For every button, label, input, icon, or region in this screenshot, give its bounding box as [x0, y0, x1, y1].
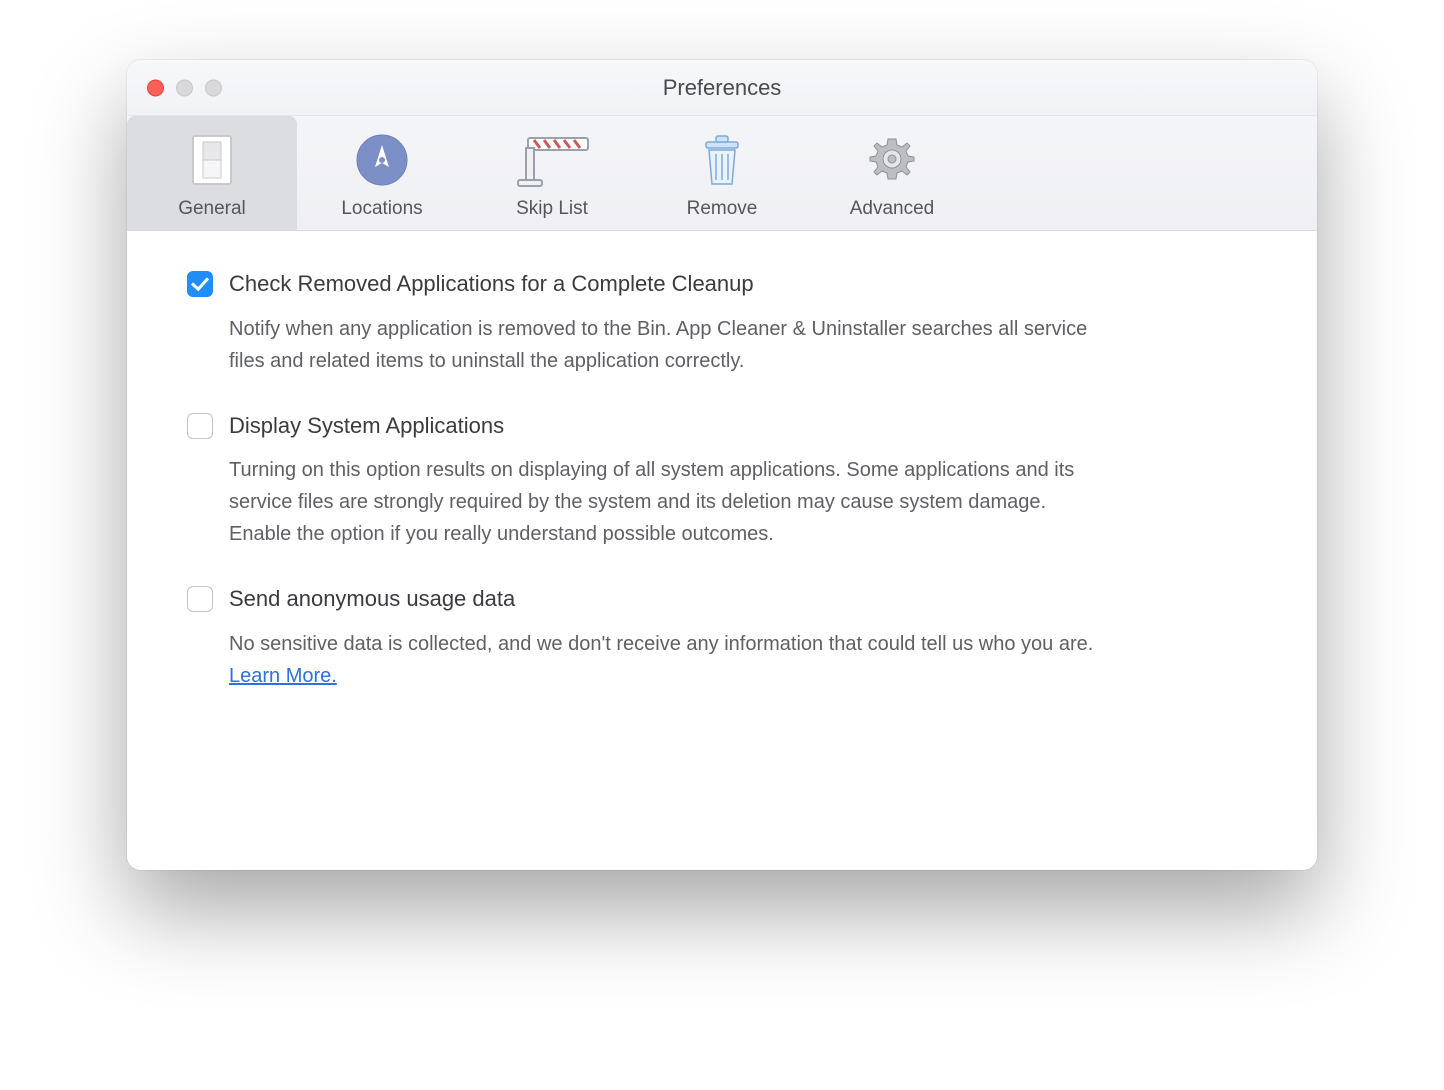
tab-remove[interactable]: Remove	[637, 116, 807, 230]
zoom-button[interactable]	[205, 79, 222, 96]
cleanup-description: Notify when any application is removed t…	[229, 313, 1109, 377]
system-apps-description: Turning on this option results on displa…	[229, 454, 1109, 550]
window-title: Preferences	[663, 75, 782, 101]
tab-label: Skip List	[516, 198, 588, 220]
setting-anon-data: Send anonymous usage data No sensitive d…	[187, 584, 1257, 692]
close-button[interactable]	[147, 79, 164, 96]
minimize-button[interactable]	[176, 79, 193, 96]
preferences-window: Preferences General	[127, 60, 1317, 870]
system-apps-checkbox[interactable]	[187, 413, 213, 439]
anon-data-description: No sensitive data is collected, and we d…	[229, 628, 1109, 692]
tab-locations[interactable]: Locations	[297, 116, 467, 230]
toolbar: General Locations	[127, 116, 1317, 231]
tab-general[interactable]: General	[127, 116, 297, 230]
setting-cleanup: Check Removed Applications for a Complet…	[187, 269, 1257, 377]
tab-label: General	[178, 198, 246, 220]
tab-label: Remove	[687, 198, 758, 220]
remove-icon	[698, 130, 746, 190]
learn-more-link[interactable]: Learn More.	[229, 665, 337, 687]
advanced-icon	[865, 130, 919, 190]
skip-list-icon	[512, 130, 592, 190]
anon-data-title: Send anonymous usage data	[229, 584, 515, 614]
general-pane: Check Removed Applications for a Complet…	[127, 231, 1317, 870]
system-apps-title: Display System Applications	[229, 411, 504, 441]
tab-advanced[interactable]: Advanced	[807, 116, 977, 230]
cleanup-title: Check Removed Applications for a Complet…	[229, 269, 754, 299]
anon-data-checkbox[interactable]	[187, 586, 213, 612]
titlebar: Preferences	[127, 60, 1317, 116]
tab-skip-list[interactable]: Skip List	[467, 116, 637, 230]
anon-data-desc-text: No sensitive data is collected, and we d…	[229, 633, 1093, 655]
tab-label: Advanced	[850, 198, 935, 220]
tab-label: Locations	[341, 198, 422, 220]
general-icon	[189, 130, 235, 190]
cleanup-checkbox[interactable]	[187, 271, 213, 297]
window-controls	[147, 79, 222, 96]
locations-icon	[355, 130, 409, 190]
setting-system-apps: Display System Applications Turning on t…	[187, 411, 1257, 551]
